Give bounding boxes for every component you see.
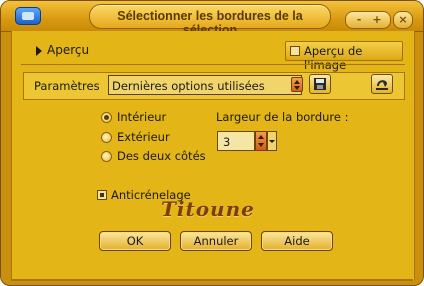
- radio-both-sides[interactable]: [101, 151, 112, 162]
- spinner-arrows-icon: [258, 135, 264, 147]
- parameters-label: Paramètres: [34, 79, 100, 93]
- minimize-button[interactable]: -: [352, 14, 366, 26]
- dialog-window: Sélectionner les bordures de la sélectio…: [0, 0, 424, 286]
- help-button[interactable]: Aide: [261, 231, 333, 251]
- app-icon[interactable]: [15, 7, 41, 25]
- expand-triangle-icon[interactable]: [36, 46, 42, 56]
- radio-inside-label[interactable]: Intérieur: [117, 110, 166, 124]
- chevron-down-icon: [269, 140, 275, 143]
- radio-both-sides-label[interactable]: Des deux côtés: [117, 149, 206, 163]
- border-width-label: Largeur de la bordure :: [216, 110, 349, 124]
- watermark-signature: Titoune: [161, 197, 255, 221]
- image-preview-checkbox[interactable]: [290, 46, 300, 56]
- preview-row: Aperçu Aperçu de l'image: [19, 39, 403, 72]
- title-pill: Sélectionner les bordures de la sélectio…: [89, 4, 331, 37]
- border-width-value: 3: [223, 135, 231, 149]
- image-preview-toggle[interactable]: Aperçu de l'image: [285, 41, 403, 72]
- cancel-button[interactable]: Annuler: [180, 231, 252, 251]
- radio-inside[interactable]: [101, 112, 112, 123]
- close-button[interactable]: ×: [393, 11, 413, 29]
- panel-bottom-edge: [11, 279, 413, 281]
- save-preset-button[interactable]: [309, 74, 331, 94]
- title-bar[interactable]: Sélectionner les bordures de la sélectio…: [1, 1, 423, 37]
- floppy-disk-icon: [314, 78, 326, 90]
- divider: [21, 64, 405, 65]
- border-width-dropdown[interactable]: [267, 131, 277, 151]
- radio-outside[interactable]: [101, 132, 112, 143]
- ok-button[interactable]: OK: [99, 231, 171, 251]
- border-width-spinner[interactable]: [255, 131, 267, 151]
- preview-toggle-label[interactable]: Aperçu: [47, 43, 89, 57]
- reset-icon: [376, 80, 388, 90]
- preset-dropdown-arrow-icon[interactable]: [291, 77, 303, 92]
- preset-select[interactable]: Dernières options utilisées: [108, 75, 302, 95]
- maximize-button[interactable]: +: [370, 14, 384, 26]
- reset-button[interactable]: [371, 74, 393, 94]
- radio-outside-label[interactable]: Extérieur: [117, 130, 170, 144]
- border-width-input[interactable]: 3: [217, 131, 255, 151]
- antialias-checkbox[interactable]: [97, 190, 107, 200]
- preset-value: Dernières options utilisées: [112, 79, 265, 93]
- parameters-bar: Paramètres Dernières options utilisées: [23, 72, 405, 100]
- image-preview-label[interactable]: Aperçu de l'image: [304, 44, 402, 72]
- window-buttons: - +: [345, 11, 391, 29]
